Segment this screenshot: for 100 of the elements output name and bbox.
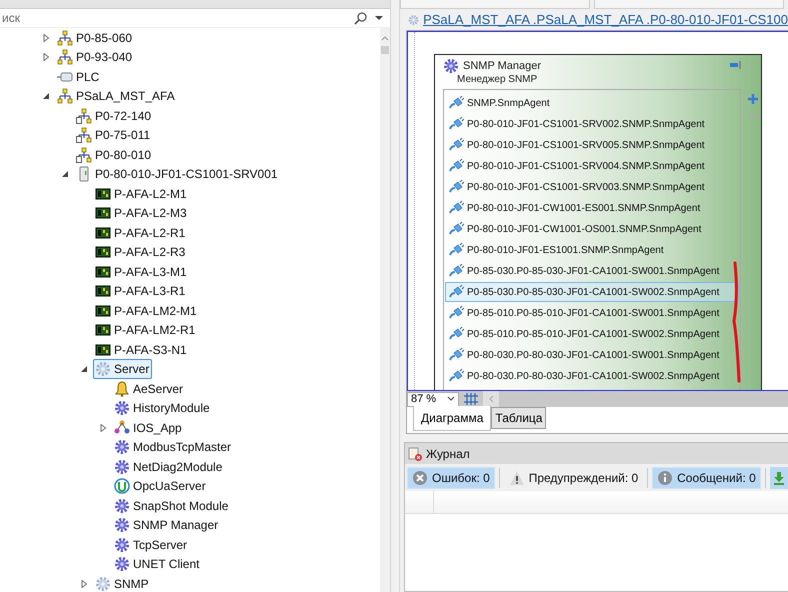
scrollbar[interactable] <box>380 28 390 592</box>
node-card[interactable] <box>434 54 762 390</box>
network-shortcut-icon <box>76 127 92 144</box>
circuit-board-icon <box>95 342 111 358</box>
expander-icon[interactable] <box>61 170 69 178</box>
agent-item[interactable]: P0-80-010-JF01-ES1001.SNMP.SnmpAgent <box>445 240 739 260</box>
gear-icon <box>114 458 130 475</box>
agent-item[interactable]: P0-80-010-JF01-CW1001-OS001.SNMP.SnmpAgent <box>445 219 739 239</box>
plug-icon <box>448 327 464 341</box>
search-icon[interactable] <box>354 11 368 25</box>
agent-item[interactable]: P0-85-010.P0-85-010-JF01-CA1001-SW002.SnmpAgent <box>445 324 739 344</box>
agent-item[interactable]: P0-80-030.P0-80-030-JF01-CA1001-SW002.SnmpAgent <box>445 366 739 386</box>
tree-item[interactable]: IOS_App <box>112 418 185 438</box>
bell-icon <box>114 380 130 397</box>
dropdown-caret-icon[interactable] <box>374 13 384 23</box>
tree-item[interactable]: NetDiag2Module <box>112 456 226 477</box>
download-icon <box>772 470 786 484</box>
plug-icon <box>448 348 464 362</box>
plug-icon <box>448 222 464 236</box>
tree-item[interactable]: UNET Client <box>112 554 202 574</box>
tree-item[interactable]: P0-85-060 <box>55 28 136 48</box>
tree-item[interactable]: TcpServer <box>112 534 190 555</box>
view-tab[interactable]: Таблица <box>491 407 546 429</box>
filter-toggle[interactable]: Ошибок: 0 <box>407 466 495 488</box>
gear-icon <box>114 400 130 416</box>
tree-item[interactable]: P-AFA-L3-M1 <box>93 262 190 282</box>
expander-icon[interactable] <box>42 53 50 62</box>
zoom-dropdown[interactable]: 87 % <box>407 392 459 406</box>
tree-item[interactable]: HistoryModule <box>112 398 213 418</box>
circuit-board-icon <box>95 283 111 300</box>
pin-icon[interactable] <box>729 60 743 70</box>
agent-item[interactable]: P0-85-010.P0-85-010-JF01-CA1001-SW001.SnmpAgent <box>445 303 739 323</box>
tree-item[interactable]: P-AFA-L2-M1 <box>93 184 190 204</box>
tree-item[interactable]: P0-75-011 <box>74 125 154 146</box>
tree-item[interactable]: SNMP Manager <box>112 515 222 536</box>
agent-item[interactable]: P0-85-030.P0-85-030-JF01-CA1001-SW001.SnmpAgent <box>445 261 739 281</box>
molecule-icon <box>114 420 130 436</box>
tree-item[interactable]: P0-72-140 <box>74 106 154 126</box>
gear-icon <box>114 536 130 553</box>
gear-icon <box>114 517 130 534</box>
plug-icon <box>448 117 464 131</box>
network-icon <box>57 88 73 104</box>
warning-icon <box>508 470 525 486</box>
tree-item[interactable]: AeServer <box>112 378 186 399</box>
tree-item[interactable]: P-AFA-LM2-R1 <box>93 320 198 340</box>
plug-icon <box>448 369 464 383</box>
tree-item[interactable]: ModbusTcpMaster <box>112 437 234 458</box>
expander-icon[interactable] <box>99 424 107 432</box>
tree-item[interactable]: PSaLA_MST_AFA <box>55 86 178 106</box>
tree-item[interactable]: P-AFA-L2-M3 <box>93 203 190 224</box>
agent-item[interactable]: P0-80-010-JF01-CS1001-SRV003.SNMP.SnmpAgent <box>445 177 739 197</box>
plug-icon <box>448 201 464 215</box>
breadcrumb-link[interactable]: PSaLA_MST_AFA .PSaLA_MST_AFA .P0-80-010-JF01-CS100 <box>423 12 788 27</box>
plug-icon <box>448 243 464 257</box>
tree-item[interactable]: SNMP <box>93 574 152 592</box>
agent-item[interactable]: P0-80-010-JF01-CS1001-SRV005.SNMP.SnmpAgent <box>445 135 739 155</box>
expander-icon[interactable] <box>42 34 50 42</box>
error-icon <box>412 470 428 486</box>
tree-item[interactable]: P0-80-010 <box>74 144 154 165</box>
scroll-left-button[interactable] <box>483 391 499 407</box>
plug-icon <box>448 159 464 173</box>
chevron-left-icon <box>488 395 494 403</box>
circuit-board-icon <box>95 264 111 280</box>
search-field[interactable]: иск <box>0 11 354 25</box>
tree-item[interactable]: SnapShot Module <box>112 496 232 516</box>
agent-item[interactable]: SNMP.SnmpAgent <box>445 93 739 113</box>
scroll-thumb[interactable] <box>381 46 389 54</box>
download-button[interactable] <box>770 466 788 488</box>
log-error-icon <box>407 446 423 462</box>
journal-title: Журнал <box>426 446 470 460</box>
tree-item[interactable]: PLC <box>55 66 102 87</box>
filter-toggle[interactable]: Сообщений: 0 <box>652 466 761 488</box>
expander-icon[interactable] <box>42 92 50 100</box>
tree-item[interactable]: P-AFA-L2-R3 <box>93 242 188 262</box>
tree-item[interactable]: P0-93-040 <box>55 47 136 68</box>
tree-item[interactable]: P0-80-010-JF01-CS1001-SRV001 <box>74 164 281 184</box>
plug-icon <box>448 306 464 320</box>
grid-icon[interactable] <box>463 393 479 405</box>
tree-item[interactable]: P-AFA-LM2-M1 <box>93 300 200 321</box>
agent-item[interactable]: P0-80-010-JF01-CW1001-ES001.SNMP.SnmpAgent <box>445 198 739 218</box>
plug-icon <box>448 264 464 278</box>
tree-item[interactable]: Server <box>93 359 152 380</box>
view-tab[interactable]: Диаграмма <box>413 406 492 431</box>
add-icon[interactable] <box>747 93 759 105</box>
agent-item[interactable]: P0-80-030.P0-80-030-JF01-CA1001-SW001.SnmpAgent <box>445 345 739 365</box>
agent-item[interactable]: P0-80-010-JF01-CS1001-SRV004.SNMP.SnmpAgent <box>445 156 739 176</box>
opc-ua-icon <box>114 478 130 494</box>
expander-icon[interactable] <box>80 365 88 374</box>
info-icon <box>657 470 674 486</box>
filter-toggle[interactable]: Предупреждений: 0 <box>504 466 644 488</box>
scroll-up-icon[interactable] <box>381 34 389 42</box>
tree-item[interactable]: P-AFA-S3-N1 <box>93 340 190 360</box>
tree-item[interactable]: OpcUaServer <box>112 476 209 496</box>
agent-item[interactable]: P0-80-010-JF01-CS1001-SRV002.SNMP.SnmpAgent <box>445 114 739 134</box>
node-title: SNMP Manager <box>463 60 542 72</box>
tree-item[interactable]: P-AFA-L2-R1 <box>93 222 188 243</box>
agent-item[interactable]: P0-85-030.P0-85-030-JF01-CA1001-SW002.SnmpAgent <box>445 282 739 302</box>
network-shortcut-icon <box>76 108 92 124</box>
expander-icon[interactable] <box>80 580 88 588</box>
tree-item[interactable]: P-AFA-L3-R1 <box>93 281 188 302</box>
